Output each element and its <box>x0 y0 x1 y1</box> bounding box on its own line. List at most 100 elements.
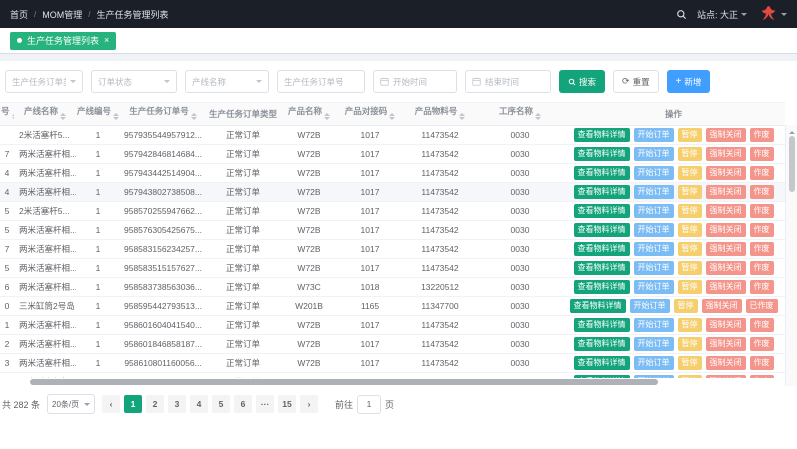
pause-button[interactable]: 暂停 <box>678 261 702 275</box>
start-time-field[interactable]: 开始时间 <box>373 70 457 93</box>
end-time-field[interactable]: 结束时间 <box>465 70 551 93</box>
col-header-process-name[interactable]: 工序名称 <box>478 103 562 126</box>
sort-icon[interactable] <box>12 110 14 123</box>
line-name-select[interactable]: 产线名称 <box>185 70 269 93</box>
prev-page-button[interactable]: ‹ <box>102 395 120 413</box>
col-header-line-no[interactable]: 产线编号 <box>76 103 120 126</box>
close-icon[interactable]: × <box>104 36 109 45</box>
force-close-button[interactable]: 强制关闭 <box>706 318 746 332</box>
start-order-button[interactable]: 开始订单 <box>634 356 674 370</box>
void-button[interactable]: 作废 <box>750 261 774 275</box>
page-button-2[interactable]: 2 <box>146 395 164 413</box>
pause-button[interactable]: 暂停 <box>674 299 698 313</box>
start-order-button[interactable]: 开始订单 <box>634 337 674 351</box>
page-button-3[interactable]: 3 <box>168 395 186 413</box>
pause-button[interactable]: 暂停 <box>678 147 702 161</box>
force-close-button[interactable]: 强制关闭 <box>706 242 746 256</box>
force-close-button[interactable]: 强制关闭 <box>706 356 746 370</box>
search-button[interactable]: 搜索 <box>559 70 605 93</box>
view-material-detail-button[interactable]: 查看物料详情 <box>574 185 630 199</box>
void-button[interactable]: 作废 <box>750 128 774 142</box>
force-close-button[interactable]: 强制关闭 <box>702 299 742 313</box>
page-more-button[interactable]: ··· <box>256 395 274 413</box>
void-button[interactable]: 作废 <box>750 204 774 218</box>
view-material-detail-button[interactable]: 查看物料详情 <box>574 337 630 351</box>
start-order-button[interactable]: 开始订单 <box>634 147 674 161</box>
view-material-detail-button[interactable]: 查看物料详情 <box>574 356 630 370</box>
page-button-6[interactable]: 6 <box>234 395 252 413</box>
force-close-button[interactable]: 强制关闭 <box>706 147 746 161</box>
void-button[interactable]: 作废 <box>750 223 774 237</box>
void-button[interactable]: 作废 <box>750 147 774 161</box>
view-material-detail-button[interactable]: 查看物料详情 <box>574 128 630 142</box>
start-order-button[interactable]: 开始订单 <box>634 261 674 275</box>
scroll-up-icon[interactable] <box>789 128 795 134</box>
view-material-detail-button[interactable]: 查看物料详情 <box>574 280 630 294</box>
order-no-input[interactable] <box>284 77 358 87</box>
order-type-select[interactable]: 生产任务订单类型 <box>5 70 83 93</box>
horizontal-scroll-thumb[interactable] <box>30 379 658 385</box>
start-order-button[interactable]: 开始订单 <box>634 128 674 142</box>
search-icon[interactable] <box>676 9 687 20</box>
breadcrumb-mom[interactable]: MOM管理 <box>42 8 82 21</box>
col-header-line-name[interactable]: 产线名称 <box>14 103 76 126</box>
pause-button[interactable]: 暂停 <box>678 337 702 351</box>
void-button[interactable]: 作废 <box>750 356 774 370</box>
pause-button[interactable]: 暂停 <box>678 356 702 370</box>
start-order-button[interactable]: 开始订单 <box>634 318 674 332</box>
force-close-button[interactable]: 强制关闭 <box>706 261 746 275</box>
void-button[interactable]: 作废 <box>750 185 774 199</box>
force-close-button[interactable]: 强制关闭 <box>706 185 746 199</box>
sort-icon[interactable] <box>535 110 541 123</box>
tab-production-task-list[interactable]: 生产任务管理列表 × <box>10 32 116 50</box>
start-order-button[interactable]: 开始订单 <box>634 204 674 218</box>
col-header-clipped-no[interactable]: 号 <box>0 103 14 126</box>
sort-icon[interactable] <box>60 110 66 123</box>
col-header-product-dock-code[interactable]: 产品对接码 <box>338 103 402 126</box>
col-header-task-order-no[interactable]: 生产任务订单号 <box>120 103 206 126</box>
page-size-select[interactable]: 20条/页 <box>47 394 95 414</box>
view-material-detail-button[interactable]: 查看物料详情 <box>574 318 630 332</box>
goto-page-input[interactable] <box>357 395 381 414</box>
pause-button[interactable]: 暂停 <box>678 128 702 142</box>
view-material-detail-button[interactable]: 查看物料详情 <box>570 299 626 313</box>
add-button[interactable]: + 新增 <box>667 70 711 93</box>
horizontal-scrollbar[interactable] <box>0 378 785 386</box>
force-close-button[interactable]: 强制关闭 <box>706 280 746 294</box>
void-button[interactable]: 作废 <box>750 242 774 256</box>
pause-button[interactable]: 暂停 <box>678 318 702 332</box>
sort-icon[interactable] <box>389 110 395 123</box>
site-selector[interactable]: 站点: 大正 <box>697 8 747 21</box>
view-material-detail-button[interactable]: 查看物料详情 <box>574 147 630 161</box>
reset-button[interactable]: ⟳ 重置 <box>613 70 659 93</box>
vertical-scrollbar[interactable] <box>785 125 797 386</box>
void-button[interactable]: 作废 <box>750 337 774 351</box>
force-close-button[interactable]: 强制关闭 <box>706 128 746 142</box>
start-order-button[interactable]: 开始订单 <box>630 299 670 313</box>
col-header-product-material-no[interactable]: 产品物料号 <box>402 103 478 126</box>
vertical-scroll-thumb[interactable] <box>789 136 795 192</box>
pause-button[interactable]: 暂停 <box>678 242 702 256</box>
start-order-button[interactable]: 开始订单 <box>634 185 674 199</box>
pause-button[interactable]: 暂停 <box>678 280 702 294</box>
col-header-product-name[interactable]: 产品名称 <box>280 103 338 126</box>
sort-icon[interactable] <box>191 110 197 123</box>
start-order-button[interactable]: 开始订单 <box>634 242 674 256</box>
next-page-button[interactable]: › <box>300 395 318 413</box>
sort-icon[interactable] <box>459 110 465 123</box>
pause-button[interactable]: 暂停 <box>678 166 702 180</box>
void-button[interactable]: 作废 <box>750 280 774 294</box>
sort-icon[interactable] <box>113 110 119 123</box>
force-close-button[interactable]: 强制关闭 <box>706 337 746 351</box>
page-button-15[interactable]: 15 <box>278 395 296 413</box>
pause-button[interactable]: 暂停 <box>678 185 702 199</box>
order-status-select[interactable]: 订单状态 <box>91 70 177 93</box>
void-button[interactable]: 作废 <box>750 318 774 332</box>
view-material-detail-button[interactable]: 查看物料详情 <box>574 223 630 237</box>
view-material-detail-button[interactable]: 查看物料详情 <box>574 242 630 256</box>
view-material-detail-button[interactable]: 查看物料详情 <box>574 204 630 218</box>
page-button-5[interactable]: 5 <box>212 395 230 413</box>
view-material-detail-button[interactable]: 查看物料详情 <box>574 261 630 275</box>
force-close-button[interactable]: 强制关闭 <box>706 166 746 180</box>
start-order-button[interactable]: 开始订单 <box>634 223 674 237</box>
